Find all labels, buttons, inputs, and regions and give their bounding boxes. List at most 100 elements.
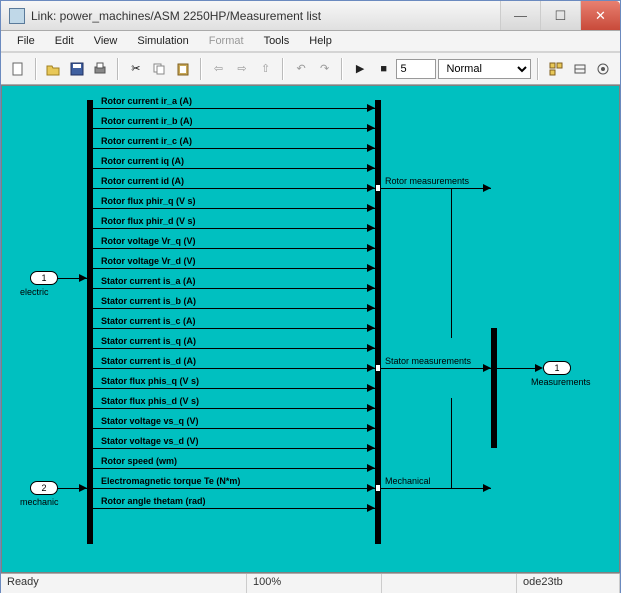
arrow-icon	[367, 384, 375, 392]
titlebar: Link: power_machines/ASM 2250HP/Measurem…	[1, 1, 620, 31]
debug-button[interactable]	[592, 58, 614, 80]
menubar: File Edit View Simulation Format Tools H…	[1, 31, 620, 53]
status-solver: ode23tb	[517, 574, 620, 593]
copy-button[interactable]	[149, 58, 171, 80]
signal-line	[93, 128, 375, 129]
signal-line	[93, 448, 375, 449]
forward-button[interactable]: ⇨	[231, 58, 253, 80]
selector-bar	[375, 100, 381, 544]
arrow-icon	[483, 364, 491, 372]
arrow-icon	[367, 284, 375, 292]
undo-icon: ↶	[296, 62, 305, 75]
signal-label: Stator voltage vs_d (V)	[101, 436, 199, 446]
signal-line	[93, 348, 375, 349]
up-arrow-icon: ⇧	[261, 62, 270, 75]
statusbar: Ready 100% ode23tb	[1, 573, 620, 593]
route-v2	[451, 398, 452, 488]
arrow-icon	[367, 164, 375, 172]
route-v1	[451, 188, 452, 338]
demux-bar	[87, 100, 93, 544]
paste-button[interactable]	[172, 58, 194, 80]
steps-input[interactable]	[396, 59, 436, 79]
in-port-label: electric	[20, 287, 49, 297]
redo-icon: ↷	[320, 62, 329, 75]
status-blank	[382, 574, 517, 593]
output-bus-bar	[491, 328, 497, 448]
open-button[interactable]	[43, 58, 65, 80]
maximize-button[interactable]: ☐	[540, 1, 580, 30]
up-button[interactable]: ⇧	[255, 58, 277, 80]
close-button[interactable]: ✕	[580, 1, 620, 30]
signal-label: Stator current is_c (A)	[101, 316, 196, 326]
signal-line	[93, 208, 375, 209]
bus-line	[381, 188, 491, 189]
menu-tools[interactable]: Tools	[254, 33, 300, 49]
arrow-icon	[367, 204, 375, 212]
window-buttons: — ☐ ✕	[500, 1, 620, 30]
menu-file[interactable]: File	[7, 33, 45, 49]
bus-label: Stator measurements	[385, 356, 471, 366]
arrow-icon	[367, 104, 375, 112]
signal-label: Rotor current ir_c (A)	[101, 136, 192, 146]
signal-line	[93, 468, 375, 469]
out-port-label: Measurements	[531, 377, 591, 387]
menu-edit[interactable]: Edit	[45, 33, 84, 49]
back-button[interactable]: ⇦	[208, 58, 230, 80]
bus-line	[381, 488, 491, 489]
signal-line	[93, 168, 375, 169]
arrow-icon	[367, 144, 375, 152]
signal-label: Rotor flux phir_q (V s)	[101, 196, 196, 206]
signal-line	[93, 228, 375, 229]
new-button[interactable]	[7, 58, 29, 80]
signal-label: Rotor voltage Vr_d (V)	[101, 256, 196, 266]
play-button[interactable]: ▶	[349, 58, 371, 80]
signal-label: Stator current is_d (A)	[101, 356, 196, 366]
signal-line	[93, 108, 375, 109]
signal-label: Rotor speed (wm)	[101, 456, 177, 466]
signal-line	[93, 388, 375, 389]
menu-format[interactable]: Format	[199, 33, 254, 49]
app-icon	[9, 8, 25, 24]
save-button[interactable]	[66, 58, 88, 80]
selector-tap	[376, 365, 380, 371]
arrow-icon	[367, 464, 375, 472]
cut-icon: ✂	[131, 62, 140, 75]
signal-line	[93, 268, 375, 269]
stop-button[interactable]: ■	[373, 58, 395, 80]
arrow-icon	[367, 344, 375, 352]
signal-line	[93, 488, 375, 489]
toolbar: ✂ ⇦ ⇨ ⇧ ↶ ↷ ▶ ■ Normal	[1, 53, 620, 85]
model-explorer-button[interactable]	[569, 58, 591, 80]
signal-line	[93, 428, 375, 429]
redo-button[interactable]: ↷	[314, 58, 336, 80]
in-port-mechanic[interactable]: 2	[30, 481, 58, 495]
cut-button[interactable]: ✂	[125, 58, 147, 80]
signal-label: Rotor flux phir_d (V s)	[101, 216, 196, 226]
arrow-icon	[367, 364, 375, 372]
window-title: Link: power_machines/ASM 2250HP/Measurem…	[31, 9, 500, 23]
signal-line	[93, 508, 375, 509]
out-port-measurements[interactable]: 1	[543, 361, 571, 375]
lib-browser-button[interactable]	[545, 58, 567, 80]
signal-line	[93, 368, 375, 369]
arrow-icon	[367, 404, 375, 412]
minimize-button[interactable]: —	[500, 1, 540, 30]
bus-label: Mechanical	[385, 476, 431, 486]
status-ready: Ready	[1, 574, 247, 593]
signal-label: Stator current is_b (A)	[101, 296, 196, 306]
stop-icon: ■	[380, 63, 387, 75]
arrow-icon	[367, 424, 375, 432]
in-port-label: mechanic	[20, 497, 59, 507]
print-button[interactable]	[90, 58, 112, 80]
menu-help[interactable]: Help	[299, 33, 342, 49]
in-port-electric[interactable]: 1	[30, 271, 58, 285]
arrow-icon	[79, 484, 87, 492]
menu-simulation[interactable]: Simulation	[127, 33, 198, 49]
undo-button[interactable]: ↶	[290, 58, 312, 80]
arrow-icon	[483, 484, 491, 492]
diagram-canvas[interactable]: Rotor current ir_a (A)Rotor current ir_b…	[1, 85, 620, 573]
menu-view[interactable]: View	[84, 33, 128, 49]
arrow-icon	[535, 364, 543, 372]
signal-line	[93, 288, 375, 289]
mode-select[interactable]: Normal	[438, 59, 531, 79]
